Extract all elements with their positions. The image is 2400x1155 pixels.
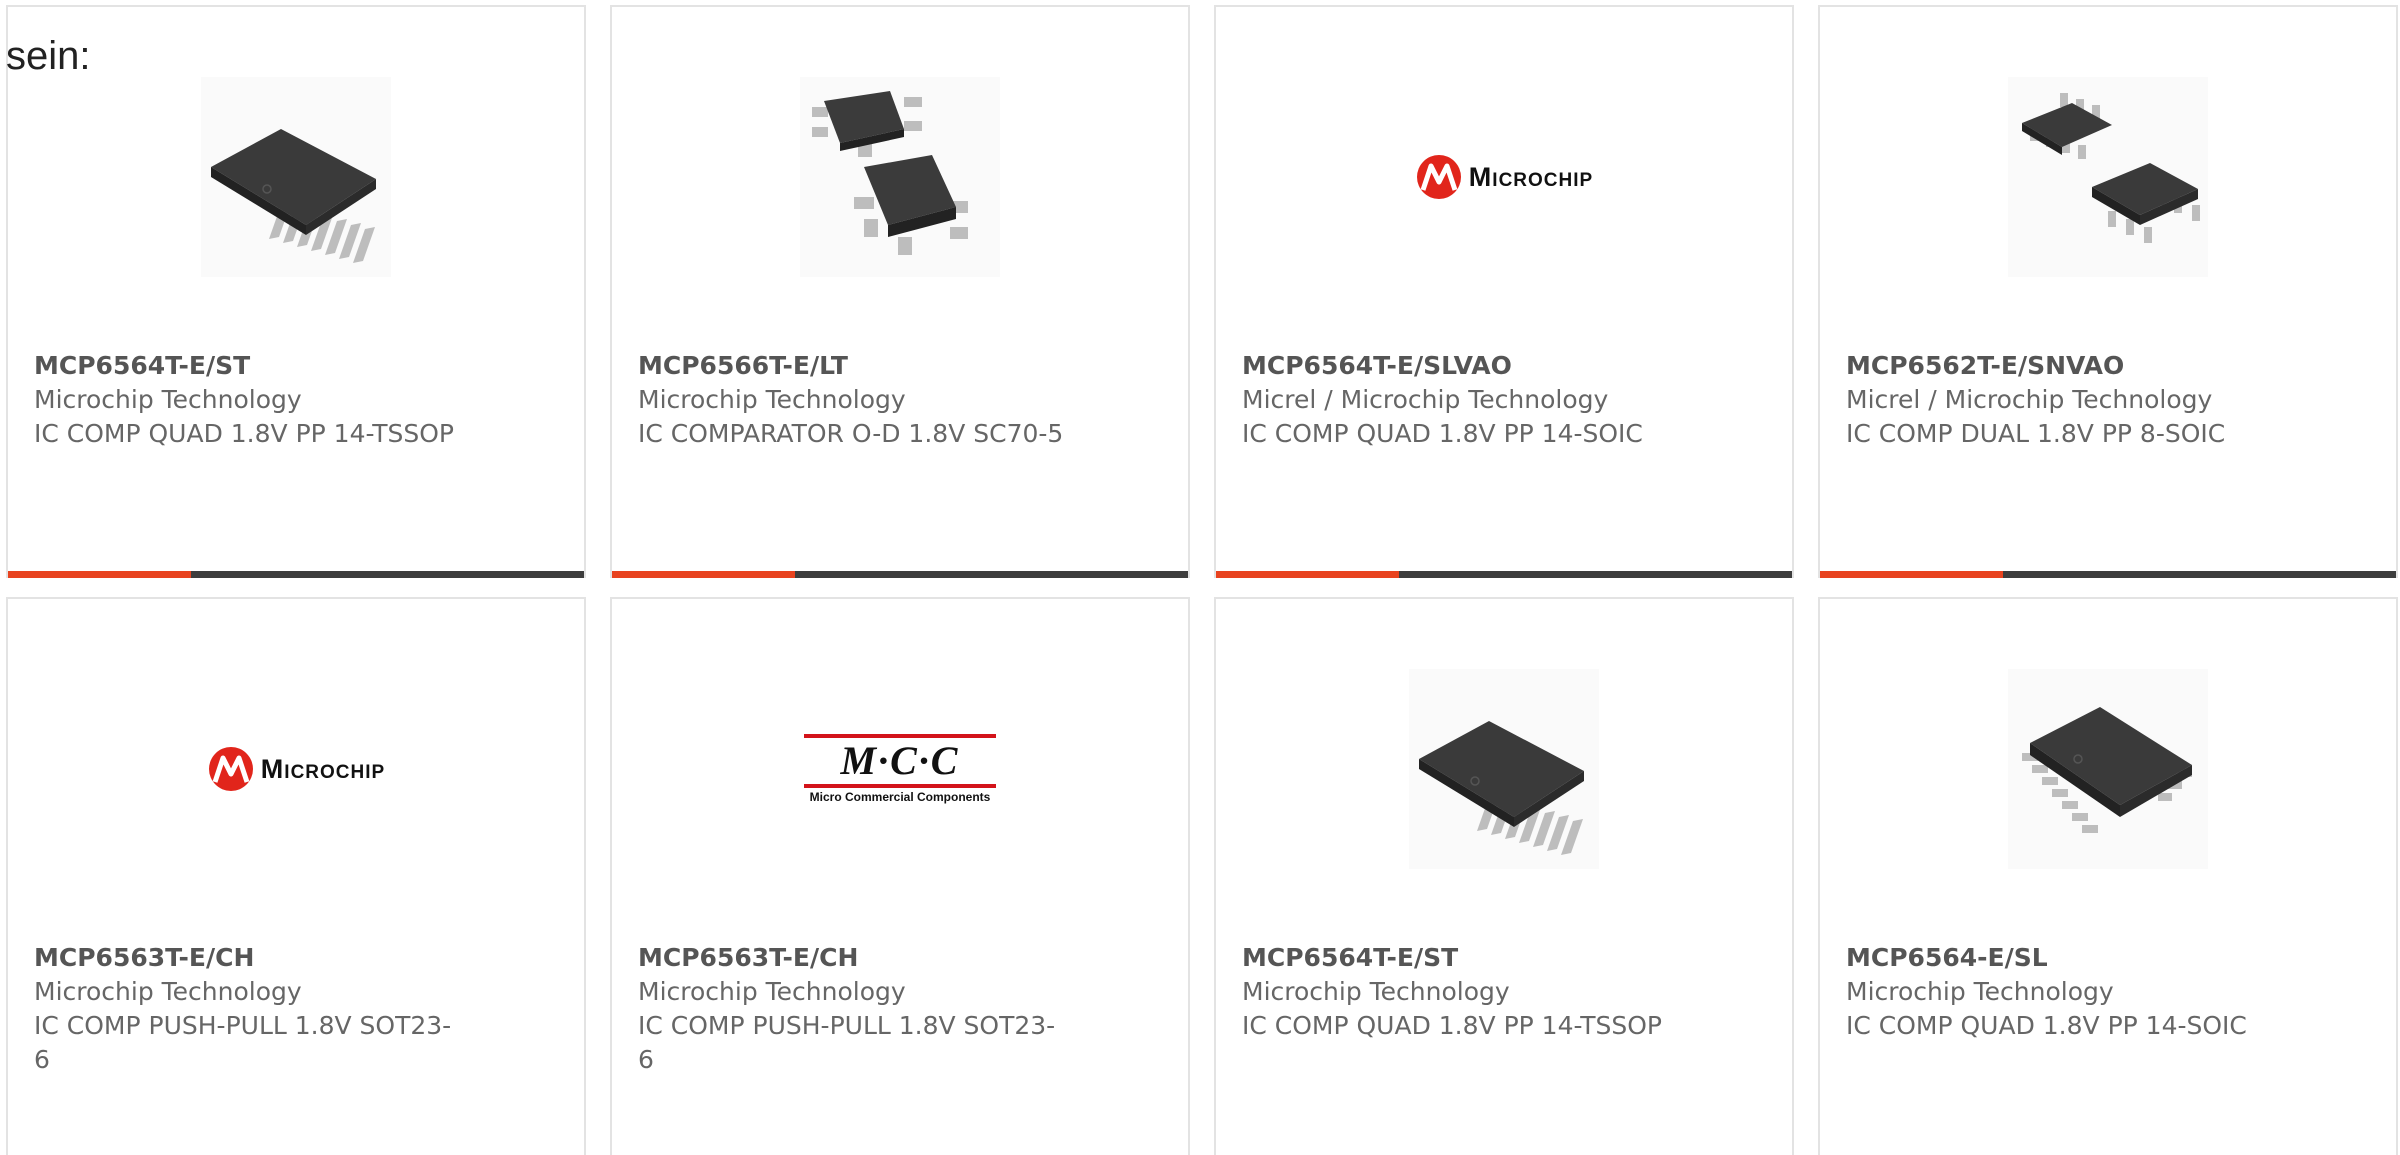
- product-info: MCP6562T-E/SNVAO Micrel / Microchip Tech…: [1846, 349, 2276, 451]
- mcc-logo: M·C·C Micro Commercial Components: [804, 734, 996, 804]
- part-number[interactable]: MCP6564T-E/SLVAO: [1242, 349, 1672, 383]
- manufacturer: Microchip Technology: [1242, 977, 1510, 1006]
- manufacturer: Microchip Technology: [34, 385, 302, 414]
- product-info: MCP6564-E/SL Microchip Technology IC COM…: [1846, 941, 2276, 1043]
- product-description: IC COMP QUAD 1.8V PP 14-TSSOP: [1242, 1011, 1662, 1040]
- microchip-logo: Microchip: [207, 746, 385, 792]
- manufacturer: Micrel / Microchip Technology: [1242, 385, 1609, 414]
- microchip-logo-icon: [1416, 155, 1461, 199]
- product-card[interactable]: Microchip MCP6563T-E/CH Microchip Techno…: [6, 597, 586, 1155]
- product-info: MCP6566T-E/LT Microchip Technology IC CO…: [638, 349, 1068, 451]
- product-image: [1820, 659, 2396, 879]
- product-card[interactable]: MCP6564T-E/ST Microchip Technology IC CO…: [1214, 597, 1794, 1155]
- card-bottom-bar: [1216, 571, 1792, 578]
- part-number[interactable]: MCP6566T-E/LT: [638, 349, 1068, 383]
- microchip-logo-icon: [208, 747, 253, 791]
- product-info: MCP6563T-E/CH Microchip Technology IC CO…: [638, 941, 1068, 1077]
- product-image: [1216, 659, 1792, 879]
- mcc-logo-text: M·C·C: [840, 738, 960, 783]
- product-image: [1820, 67, 2396, 287]
- product-description: IC COMPARATOR O-D 1.8V SC70-5: [638, 419, 1064, 448]
- part-number[interactable]: MCP6564T-E/ST: [34, 349, 464, 383]
- product-description: IC COMP QUAD 1.8V PP 14-SOIC: [1242, 419, 1643, 448]
- product-info: MCP6564T-E/ST Microchip Technology IC CO…: [1242, 941, 1672, 1043]
- card-accent: [1216, 571, 1399, 578]
- product-image: M·C·C Micro Commercial Components: [612, 659, 1188, 879]
- product-card[interactable]: M·C·C Micro Commercial Components MCP656…: [610, 597, 1190, 1155]
- product-info: MCP6564T-E/SLVAO Micrel / Microchip Tech…: [1242, 349, 1672, 451]
- product-card[interactable]: MCP6562T-E/SNVAO Micrel / Microchip Tech…: [1818, 5, 2398, 578]
- mcc-logo-subtitle: Micro Commercial Components: [809, 790, 991, 804]
- part-number[interactable]: MCP6563T-E/CH: [638, 941, 1068, 975]
- product-card[interactable]: MCP6566T-E/LT Microchip Technology IC CO…: [610, 5, 1190, 578]
- product-info: MCP6564T-E/ST Microchip Technology IC CO…: [34, 349, 464, 451]
- card-bottom-bar: [8, 571, 584, 578]
- product-grid: MCP6564T-E/ST Microchip Technology IC CO…: [6, 5, 2398, 1155]
- part-number[interactable]: MCP6562T-E/SNVAO: [1846, 349, 2276, 383]
- part-number[interactable]: MCP6564T-E/ST: [1242, 941, 1672, 975]
- page: sein: MCP6564T-E/ST Microchip Technology…: [0, 0, 2400, 1155]
- manufacturer: Micrel / Microchip Technology: [1846, 385, 2213, 414]
- product-card[interactable]: MCP6564T-E/ST Microchip Technology IC CO…: [6, 5, 586, 578]
- card-accent: [1820, 571, 2003, 578]
- sc70-5-chip-image: [800, 77, 1000, 277]
- manufacturer: Microchip Technology: [638, 977, 906, 1006]
- card-bottom-bar: [612, 571, 1188, 578]
- product-description: IC COMP QUAD 1.8V PP 14-SOIC: [1846, 1011, 2247, 1040]
- microchip-logo: Microchip: [1415, 154, 1593, 200]
- microchip-logo-text: Microchip: [260, 753, 386, 784]
- product-image: [612, 67, 1188, 287]
- card-bottom-bar: [1820, 571, 2396, 578]
- soic-14-chip-image: [2008, 669, 2208, 869]
- manufacturer: Microchip Technology: [638, 385, 906, 414]
- tssop-14-chip-image: [201, 77, 391, 277]
- product-image: Microchip: [8, 659, 584, 879]
- product-info: MCP6563T-E/CH Microchip Technology IC CO…: [34, 941, 464, 1077]
- product-description: IC COMP PUSH-PULL 1.8V SOT23-6: [638, 1011, 1056, 1074]
- manufacturer: Microchip Technology: [34, 977, 302, 1006]
- product-description: IC COMP QUAD 1.8V PP 14-TSSOP: [34, 419, 454, 448]
- card-accent: [8, 571, 191, 578]
- soic-8-chip-image: [2008, 77, 2208, 277]
- product-description: IC COMP DUAL 1.8V PP 8-SOIC: [1846, 419, 2226, 448]
- manufacturer: Microchip Technology: [1846, 977, 2114, 1006]
- product-card[interactable]: MCP6564-E/SL Microchip Technology IC COM…: [1818, 597, 2398, 1155]
- part-number[interactable]: MCP6563T-E/CH: [34, 941, 464, 975]
- tssop-14-chip-image: [1409, 669, 1599, 869]
- mcc-logo-rule-bottom: [804, 784, 996, 788]
- section-heading: sein:: [6, 34, 91, 78]
- part-number[interactable]: MCP6564-E/SL: [1846, 941, 2276, 975]
- product-description: IC COMP PUSH-PULL 1.8V SOT23-6: [34, 1011, 452, 1074]
- product-card[interactable]: Microchip MCP6564T-E/SLVAO Micrel / Micr…: [1214, 5, 1794, 578]
- microchip-logo-text: Microchip: [1468, 161, 1594, 192]
- product-image: [8, 67, 584, 287]
- card-accent: [612, 571, 795, 578]
- product-image: Microchip: [1216, 67, 1792, 287]
